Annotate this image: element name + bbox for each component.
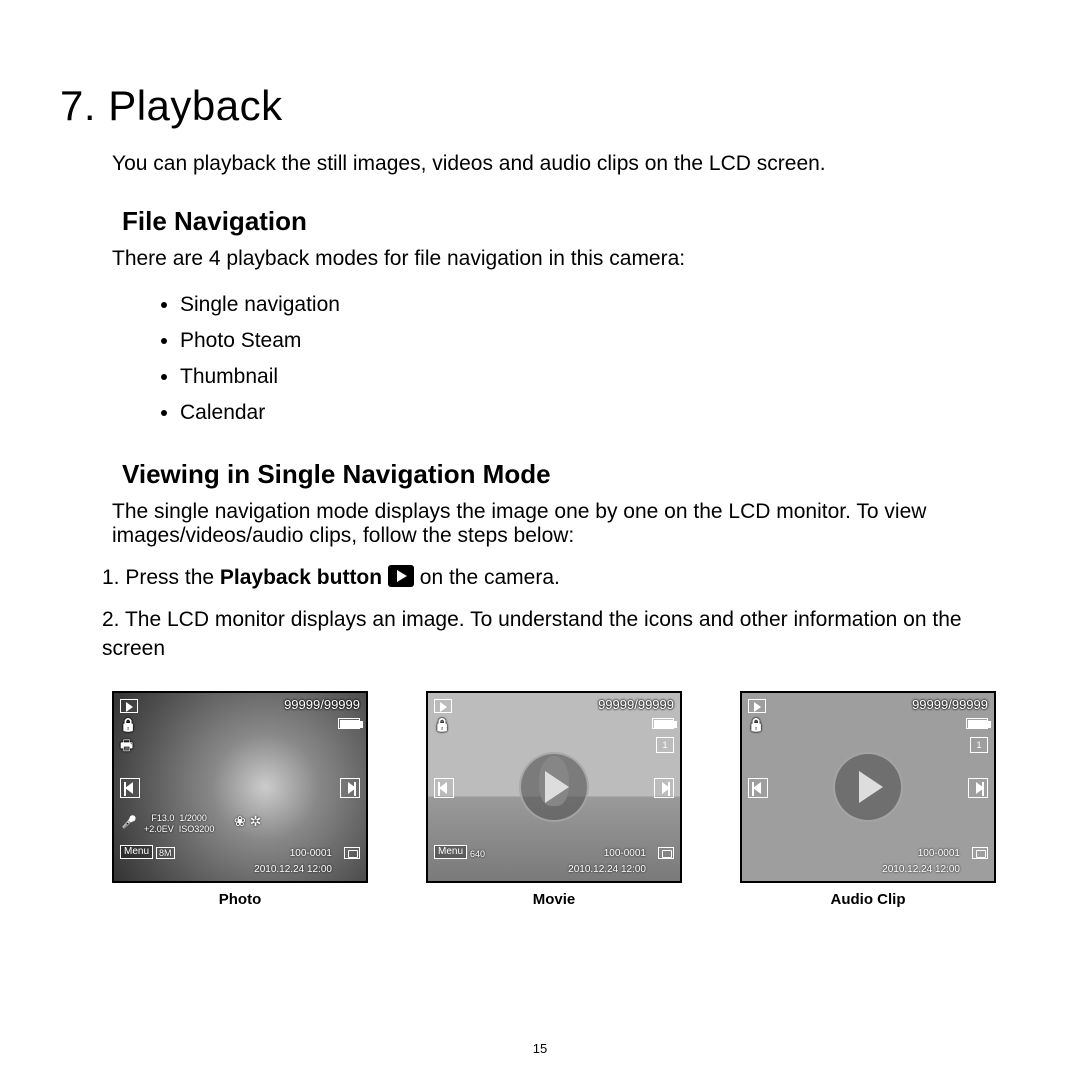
photo-extra-icons: ❀ ✲ bbox=[234, 813, 261, 830]
playback-button-icon bbox=[388, 565, 414, 587]
battery-icon bbox=[966, 715, 988, 730]
file-counter: 99999/99999 bbox=[598, 697, 674, 712]
center-play-icon bbox=[833, 752, 903, 822]
movie-size-badge: 640 bbox=[470, 849, 485, 859]
center-play-icon bbox=[519, 752, 589, 822]
nav-prev-icon bbox=[120, 778, 140, 798]
step-1-bold: Playback button bbox=[220, 566, 382, 589]
section-file-navigation-heading: File Navigation bbox=[122, 206, 1020, 237]
lcd-movie-screen: 99999/99999 Menu 640 100-0001 2010.12.24… bbox=[426, 691, 682, 883]
datetime-stamp: 2010.12.24 12:00 bbox=[254, 864, 332, 875]
step-2: 2. The LCD monitor displays an image. To… bbox=[102, 606, 1020, 663]
page-number: 15 bbox=[0, 1041, 1080, 1056]
step-1-pre: 1. Press the bbox=[102, 566, 220, 589]
file-number: 100-0001 bbox=[290, 848, 332, 859]
chapter-title: 7. Playback bbox=[60, 82, 1020, 130]
mode-item: Calendar bbox=[180, 395, 1020, 431]
voice-memo-icon bbox=[120, 813, 138, 831]
mode-item: Single navigation bbox=[180, 287, 1020, 323]
datetime-stamp: 2010.12.24 12:00 bbox=[882, 864, 960, 875]
photo-exif-params: F13.0 1/2000 +2.0EV ISO3200 bbox=[144, 813, 214, 835]
playback-mode-icon bbox=[748, 697, 766, 713]
caption-photo: Photo bbox=[112, 891, 368, 908]
file-number: 100-0001 bbox=[918, 848, 960, 859]
file-counter: 99999/99999 bbox=[284, 697, 360, 712]
file-counter: 99999/99999 bbox=[912, 697, 988, 712]
caption-audio: Audio Clip bbox=[740, 891, 996, 908]
playback-mode-icon bbox=[120, 697, 138, 713]
image-size-badge: 8M bbox=[156, 847, 175, 859]
step-1: 1. Press the Playback button on the came… bbox=[102, 564, 1020, 592]
caption-movie: Movie bbox=[426, 891, 682, 908]
nav-prev-icon bbox=[748, 778, 768, 798]
screenshot-photo-column: 99999/99999 F13.0 1/2000 +2.0EV ISO3200 … bbox=[112, 691, 368, 908]
playback-modes-list: Single navigation Photo Steam Thumbnail … bbox=[180, 287, 1020, 431]
memory-card-icon bbox=[972, 847, 988, 859]
nav-next-icon bbox=[654, 778, 674, 798]
nav-next-icon bbox=[340, 778, 360, 798]
datetime-stamp: 2010.12.24 12:00 bbox=[568, 864, 646, 875]
mode-item: Photo Steam bbox=[180, 323, 1020, 359]
intro-text: You can playback the still images, video… bbox=[112, 152, 1020, 176]
menu-button-label: Menu bbox=[120, 845, 153, 859]
memory-card-icon bbox=[344, 847, 360, 859]
battery-icon bbox=[652, 715, 674, 730]
lcd-screenshots-row: 99999/99999 F13.0 1/2000 +2.0EV ISO3200 … bbox=[112, 691, 1020, 908]
lcd-audio-screen: 99999/99999 100-0001 2010.12.24 12:00 bbox=[740, 691, 996, 883]
dpof-icon bbox=[970, 737, 988, 753]
section-single-nav-heading: Viewing in Single Navigation Mode bbox=[122, 459, 1020, 490]
printer-icon bbox=[120, 735, 133, 759]
nav-next-icon bbox=[968, 778, 988, 798]
lock-icon bbox=[120, 717, 136, 733]
file-number: 100-0001 bbox=[604, 848, 646, 859]
section-single-nav-text: The single navigation mode displays the … bbox=[112, 500, 1020, 548]
screenshot-movie-column: 99999/99999 Menu 640 100-0001 2010.12.24… bbox=[426, 691, 682, 908]
mode-item: Thumbnail bbox=[180, 359, 1020, 395]
nav-prev-icon bbox=[434, 778, 454, 798]
memory-card-icon bbox=[658, 847, 674, 859]
lock-icon bbox=[434, 717, 450, 733]
playback-mode-icon bbox=[434, 697, 452, 713]
lcd-photo-screen: 99999/99999 F13.0 1/2000 +2.0EV ISO3200 … bbox=[112, 691, 368, 883]
dpof-icon bbox=[656, 737, 674, 753]
battery-icon bbox=[338, 715, 360, 730]
menu-button-label: Menu bbox=[434, 845, 467, 859]
screenshot-audio-column: 99999/99999 100-0001 2010.12.24 12:00 Au… bbox=[740, 691, 996, 908]
section-file-navigation-text: There are 4 playback modes for file navi… bbox=[112, 247, 1020, 271]
step-1-post: on the camera. bbox=[414, 566, 560, 589]
lock-icon bbox=[748, 717, 764, 733]
